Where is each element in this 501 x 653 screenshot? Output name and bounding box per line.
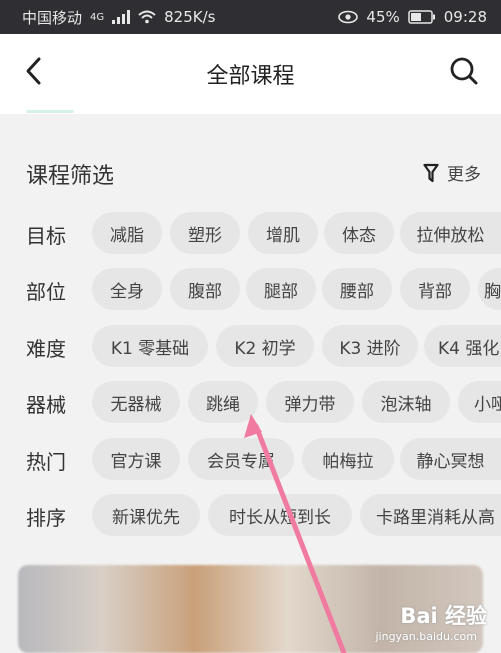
clock-time: 09:28 xyxy=(443,8,487,26)
filter-chip[interactable]: K1 零基础 xyxy=(92,325,208,367)
funnel-icon xyxy=(423,163,439,182)
filter-chip[interactable]: 官方课 xyxy=(92,438,180,480)
signal-icon xyxy=(112,10,131,24)
filter-chip[interactable]: 腹部 xyxy=(170,268,240,310)
row-label: 难度 xyxy=(26,337,66,361)
filter-row-equipment: 器械 无器械 跳绳 弹力带 泡沫轴 小哑 xyxy=(0,381,501,425)
filter-chip[interactable]: 会员专属 xyxy=(188,438,294,480)
filter-chip[interactable]: 塑形 xyxy=(170,212,240,254)
eye-icon xyxy=(338,10,359,24)
filter-chip[interactable]: 跳绳 xyxy=(188,381,258,423)
filter-chip[interactable]: 体态 xyxy=(324,212,394,254)
more-label: 更多 xyxy=(447,165,481,185)
filter-chip[interactable]: 增肌 xyxy=(248,212,318,254)
filter-chip[interactable]: 小哑 xyxy=(458,381,501,423)
search-icon[interactable] xyxy=(449,56,479,86)
row-label: 器械 xyxy=(26,393,66,417)
filter-chip[interactable]: 全身 xyxy=(92,268,162,310)
filter-chip[interactable]: 胸 xyxy=(478,268,501,310)
filter-row-popular: 热门 官方课 会员专属 帕梅拉 静心冥想 xyxy=(0,438,501,482)
filter-chip[interactable]: K4 强化 xyxy=(424,325,501,367)
row-label: 目标 xyxy=(26,224,66,248)
filter-chip[interactable]: K3 进阶 xyxy=(322,325,418,367)
wifi-icon xyxy=(138,10,156,24)
status-bar: 中国移动 4G 825K/s 45% 09:28 xyxy=(0,0,501,34)
filter-chip[interactable]: K2 初学 xyxy=(216,325,314,367)
filter-chip[interactable]: 时长从短到长 xyxy=(208,494,352,536)
accent-divider xyxy=(26,110,74,113)
network-speed: 825K/s xyxy=(164,8,216,26)
app-header: 全部课程 xyxy=(0,34,501,114)
watermark-brand: Bai 经验 xyxy=(400,604,487,628)
filter-chip[interactable]: 静心冥想 xyxy=(400,438,501,480)
filter-row-body-part: 部位 全身 腹部 腿部 腰部 背部 胸 xyxy=(0,268,501,312)
filter-chip[interactable]: 帕梅拉 xyxy=(302,438,394,480)
filter-chip[interactable]: 泡沫轴 xyxy=(362,381,450,423)
network-type: 4G xyxy=(90,11,105,23)
page-title: 全部课程 xyxy=(206,64,295,89)
filter-chip[interactable]: 减脂 xyxy=(92,212,162,254)
battery-percent: 45% xyxy=(366,8,400,26)
more-filter-button[interactable]: 更多 xyxy=(423,160,481,185)
row-label: 排序 xyxy=(26,506,66,530)
carrier-name: 中国移动 xyxy=(22,8,83,27)
filter-header: 课程筛选 更多 xyxy=(0,144,501,196)
filter-chip[interactable]: 新课优先 xyxy=(92,494,200,536)
filter-chip[interactable]: 拉伸放松 xyxy=(400,212,501,254)
filter-row-difficulty: 难度 K1 零基础 K2 初学 K3 进阶 K4 强化 xyxy=(0,325,501,369)
filter-chip[interactable]: 无器械 xyxy=(92,381,180,423)
filter-chip[interactable]: 腰部 xyxy=(322,268,392,310)
battery-icon xyxy=(408,10,435,24)
filter-chip[interactable]: 卡路里消耗从高 xyxy=(360,494,501,536)
row-label: 热门 xyxy=(26,450,66,474)
filter-chip[interactable]: 弹力带 xyxy=(266,381,354,423)
filter-row-sort: 排序 新课优先 时长从短到长 卡路里消耗从高 xyxy=(0,494,501,538)
filter-row-goal: 目标 减脂 塑形 增肌 体态 拉伸放松 xyxy=(0,212,501,256)
row-label: 部位 xyxy=(26,280,66,304)
filter-chip[interactable]: 腿部 xyxy=(246,268,316,310)
watermark-url: jingyan.baidu.com xyxy=(375,630,477,643)
filter-title: 课程筛选 xyxy=(26,164,115,189)
filter-chip[interactable]: 背部 xyxy=(400,268,470,310)
